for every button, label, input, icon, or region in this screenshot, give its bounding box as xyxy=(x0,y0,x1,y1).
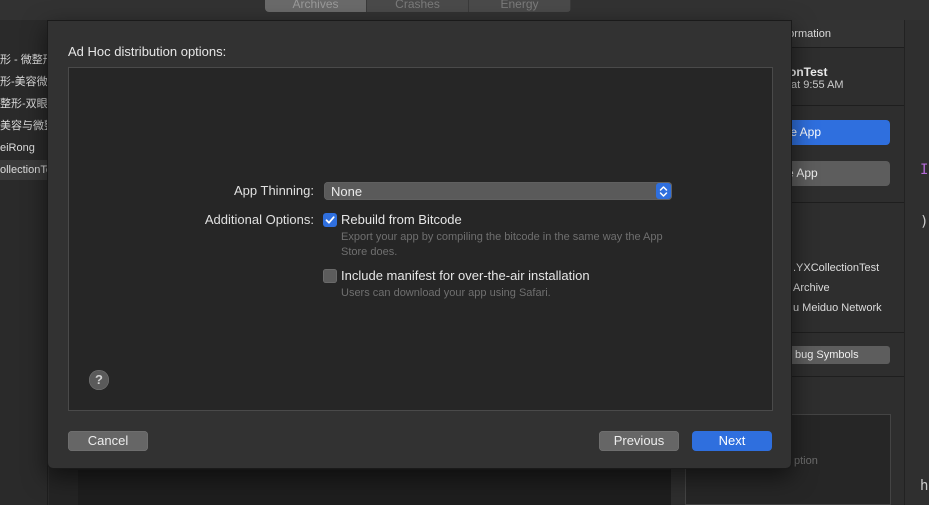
rebuild-from-bitcode-description: Export your app by compiling the bitcode… xyxy=(341,231,663,258)
archive-date: at 9:55 AM xyxy=(791,79,844,91)
info-type: Archive xyxy=(793,282,830,294)
sidebar-item[interactable]: 形 - 微整形 xyxy=(0,50,48,70)
app-thinning-popup[interactable]: None xyxy=(324,182,672,200)
archives-list-footer xyxy=(78,470,670,505)
tab-crashes[interactable]: Crashes xyxy=(367,0,469,12)
sheet-title: Ad Hoc distribution options: xyxy=(68,44,227,59)
app-thinning-value: None xyxy=(331,184,363,199)
rebuild-from-bitcode-checkbox[interactable] xyxy=(323,213,337,227)
sidebar-item[interactable]: 整形-双眼 xyxy=(0,94,48,114)
tab-energy[interactable]: Energy xyxy=(469,0,571,12)
help-button[interactable]: ? xyxy=(89,370,109,390)
organizer-segmented-control: Archives Crashes Energy xyxy=(265,0,571,12)
include-manifest-label[interactable]: Include manifest for over-the-air instal… xyxy=(341,268,590,283)
next-button[interactable]: Next xyxy=(692,431,772,451)
cancel-button[interactable]: Cancel xyxy=(68,431,148,451)
sidebar-item[interactable]: eiRong xyxy=(0,138,48,158)
editor-glyph: I xyxy=(920,162,929,178)
tab-archives[interactable]: Archives xyxy=(265,0,367,12)
include-manifest-description: Users can download your app using Safari… xyxy=(341,287,551,299)
editor-edge xyxy=(904,20,929,505)
rebuild-from-bitcode-label[interactable]: Rebuild from Bitcode xyxy=(341,212,462,227)
sidebar-item[interactable]: 美容与微整 xyxy=(0,116,48,136)
previous-button[interactable]: Previous xyxy=(599,431,679,451)
sidebar-item-selected[interactable]: ollectionTes xyxy=(0,160,48,180)
info-identifier: .YXCollectionTest xyxy=(793,262,880,274)
archives-sidebar: 形 - 微整形 形-美容微 整形-双眼 美容与微整 eiRong ollecti… xyxy=(0,20,48,505)
description-placeholder: ption xyxy=(794,455,818,467)
additional-options-label: Additional Options: xyxy=(204,212,314,227)
info-team: u Meiduo Network xyxy=(793,302,882,314)
chevron-up-down-icon xyxy=(656,183,671,199)
editor-glyph: h xyxy=(920,478,929,494)
archive-app-name: onTest xyxy=(789,65,828,79)
sidebar-item[interactable]: 形-美容微 xyxy=(0,72,48,92)
editor-glyph: ) xyxy=(920,214,929,230)
checkmark-icon xyxy=(325,216,335,224)
options-panel: App Thinning: None Additional Options: R… xyxy=(68,67,773,411)
app-thinning-label: App Thinning: xyxy=(234,183,314,198)
distribution-options-sheet: Ad Hoc distribution options: App Thinnin… xyxy=(47,20,792,469)
include-manifest-checkbox[interactable] xyxy=(323,269,337,283)
